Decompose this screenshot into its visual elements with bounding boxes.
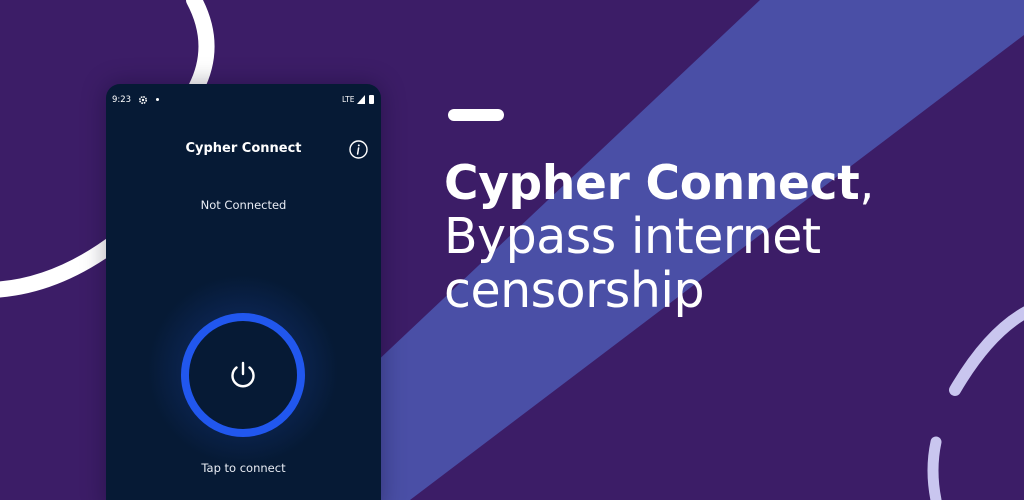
gear-icon — [138, 95, 148, 105]
brand-name: Cypher Connect — [444, 156, 860, 211]
brand-comma: , — [859, 156, 874, 211]
battery-icon — [369, 95, 374, 104]
arc-left — [0, 232, 126, 298]
accent-dash — [448, 109, 504, 121]
headline-line-2: Bypass internet — [444, 207, 821, 265]
headline-line-3: censorship — [444, 261, 705, 319]
tap-to-connect-label: Tap to connect — [201, 461, 286, 475]
phone-mockup: 9:23 LTE Cypher Connect Not Connected Ta… — [106, 84, 381, 500]
info-icon[interactable] — [348, 139, 369, 160]
power-icon — [231, 361, 255, 388]
connection-status: Not Connected — [200, 198, 287, 212]
connect-power-button[interactable] — [181, 313, 305, 437]
signal-icon — [357, 95, 365, 104]
promo-headline: Cypher Connect, Bypass internet censorsh… — [444, 158, 874, 317]
arc-top-left — [186, 0, 215, 96]
headline-line-1: Cypher Connect, — [444, 158, 874, 210]
status-bar: 9:23 LTE — [106, 84, 381, 114]
notification-dot-icon — [156, 98, 159, 101]
status-time: 9:23 — [112, 95, 132, 105]
app-title: Cypher Connect — [185, 141, 302, 156]
network-type: LTE — [342, 95, 355, 104]
arc-bottom-right — [949, 306, 1024, 396]
arc-bottom-right-small — [927, 436, 942, 500]
